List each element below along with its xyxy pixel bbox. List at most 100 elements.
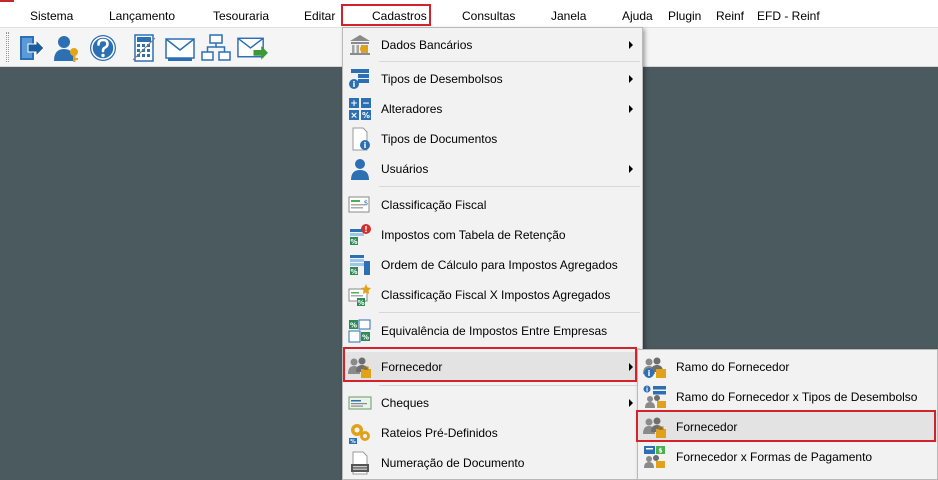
svg-text:i: i (648, 369, 651, 378)
svg-text:×: × (350, 111, 358, 121)
calculator-percent-icon: + − × % (349, 98, 371, 121)
menu-lancamento[interactable]: Lançamento (109, 5, 175, 27)
menu-item-ordem-calculo[interactable]: % Ordem de Cálculo para Impostos Agregad… (343, 250, 642, 280)
menu-item-label: Tipos de Documentos (381, 132, 498, 146)
menu-ajuda[interactable]: Ajuda (622, 5, 653, 27)
forward-mail-button[interactable] (236, 31, 269, 64)
calculator-button[interactable] (127, 31, 160, 64)
bank-icon (350, 35, 370, 55)
svg-text:i: i (364, 141, 367, 150)
menu-item-label: Cheques (381, 396, 430, 410)
cadastros-menu: Dados Bancários i Tipos de Desembolsos +… (342, 27, 643, 480)
submenu-arrow-icon (629, 105, 633, 113)
submenu-arrow-icon (629, 75, 633, 83)
menu-item-rateios[interactable]: % Rateios Pré-Definidos (343, 418, 642, 448)
menu-item-label: Impostos com Tabela de Retenção (381, 228, 566, 242)
submenu-item-label: Ramo do Fornecedor x Tipos de Desembolso (676, 390, 918, 404)
menu-item-label: Numeração de Documento (381, 456, 525, 470)
envelope-button[interactable] (163, 31, 196, 64)
network-icon (200, 33, 231, 61)
menu-item-label: Rateios Pré-Definidos (381, 426, 498, 440)
menu-janela[interactable]: Janela (551, 5, 586, 27)
toolbar-grip[interactable] (6, 32, 9, 62)
calculator-icon (132, 33, 155, 62)
submenu-arrow-icon (629, 165, 633, 173)
menu-reinf[interactable]: Reinf (716, 5, 744, 27)
menu-item-tipos-desembolsos[interactable]: i Tipos de Desembolsos (343, 64, 642, 94)
submenu-item-ramo-fornecedor[interactable]: i Ramo do Fornecedor (638, 352, 937, 382)
help-button[interactable] (86, 31, 119, 64)
forward-mail-icon (237, 37, 269, 60)
svg-text:i: i (646, 387, 648, 394)
document-info-icon: i (352, 127, 370, 151)
menu-consultas[interactable]: Consultas (462, 5, 515, 27)
supplier-branch-icon: i (643, 357, 666, 378)
menu-item-numeracao-documento[interactable]: Numeração de Documento (343, 448, 642, 478)
supplier-branch-disbursement-icon: i (643, 385, 666, 408)
user-key-button[interactable] (50, 31, 83, 64)
menu-item-label: Classificação Fiscal (381, 198, 487, 212)
submenu-item-label: Fornecedor x Formas de Pagamento (676, 450, 873, 464)
svg-text:i: i (353, 80, 356, 89)
menu-item-tipos-documentos[interactable]: i Tipos de Documentos (343, 124, 642, 154)
highlight-fornecedor-submenu-item (636, 410, 936, 442)
svg-text:%: % (362, 111, 370, 120)
svg-text:%: % (362, 334, 369, 342)
menu-separator (379, 312, 640, 313)
document-numbering-icon (351, 451, 369, 475)
svg-text:%: % (350, 268, 357, 276)
menu-item-label: Alteradores (381, 102, 443, 116)
menu-item-usuarios[interactable]: Usuários (343, 154, 642, 184)
user-key-icon (53, 35, 78, 62)
submenu-item-ramo-fornecedor-desembolso[interactable]: i Ramo do Fornecedor x Tipos de Desembol… (638, 382, 937, 412)
fiscal-classification-icon: $ (348, 196, 370, 213)
svg-text:$: $ (364, 199, 368, 207)
menu-item-cheques[interactable]: Cheques (343, 388, 642, 418)
menu-separator (379, 61, 640, 62)
svg-text:$: $ (658, 448, 662, 455)
calc-order-icon: % (350, 255, 370, 276)
apportionment-icon: % (349, 424, 370, 445)
menu-plugin[interactable]: Plugin (668, 5, 701, 27)
menu-item-label: Dados Bancários (381, 38, 473, 52)
svg-text:−: − (362, 99, 370, 109)
menu-item-dados-bancarios[interactable]: Dados Bancários (343, 30, 642, 60)
highlight-fornecedor-menu-item (343, 347, 637, 382)
menu-item-label: Usuários (381, 162, 429, 176)
envelope-icon (164, 37, 195, 61)
submenu-item-label: Ramo do Fornecedor (676, 360, 790, 374)
menu-item-label: Tipos de Desembolsos (381, 72, 503, 86)
exit-button[interactable] (14, 31, 47, 64)
menu-tesouraria[interactable]: Tesouraria (213, 5, 269, 27)
submenu-arrow-icon (629, 41, 633, 49)
tax-retention-icon: % ! (350, 224, 371, 246)
network-button[interactable] (199, 31, 232, 64)
submenu-arrow-icon (629, 399, 633, 407)
menu-item-label: Ordem de Cálculo para Impostos Agregados (381, 258, 618, 272)
svg-text:%: % (350, 439, 356, 445)
menu-item-label: Equivalência de Impostos Entre Empresas (381, 324, 608, 338)
menu-item-equivalencia-impostos[interactable]: % % Equivalência de Impostos Entre Empre… (343, 316, 642, 346)
menu-sistema[interactable]: Sistema (30, 5, 73, 27)
menu-item-classificacao-fiscal[interactable]: $ Classificação Fiscal (343, 190, 642, 220)
tax-equivalence-icon: % % (348, 319, 371, 343)
check-icon (348, 396, 372, 410)
menu-separator (379, 385, 640, 386)
menu-item-label: Classificação Fiscal X Impostos Agregado… (381, 288, 611, 302)
menu-separator (379, 186, 640, 187)
svg-text:%: % (357, 299, 364, 307)
exit-icon (19, 35, 45, 60)
submenu-item-fornecedor-formas-pagamento[interactable]: $ Fornecedor x Formas de Pagamento (638, 442, 937, 472)
highlight-cadastros (341, 4, 431, 26)
supplier-payment-icon: $ (644, 446, 665, 468)
menu-bar: Sistema Lançamento Tesouraria Editar Cad… (0, 5, 938, 27)
svg-text:!: ! (364, 225, 368, 234)
menu-item-classificacao-impostos[interactable]: % Classificação Fiscal X Impostos Agrega… (343, 280, 642, 310)
disbursement-types-icon: i (349, 69, 369, 89)
fiscal-tax-icon: % (348, 284, 371, 307)
menu-item-alteradores[interactable]: + − × % Alteradores (343, 94, 642, 124)
svg-text:%: % (350, 238, 357, 246)
menu-item-impostos-tabela-retencao[interactable]: % ! Impostos com Tabela de Retenção (343, 220, 642, 250)
menu-efd-reinf[interactable]: EFD - Reinf (757, 5, 820, 27)
menu-editar[interactable]: Editar (304, 5, 335, 27)
